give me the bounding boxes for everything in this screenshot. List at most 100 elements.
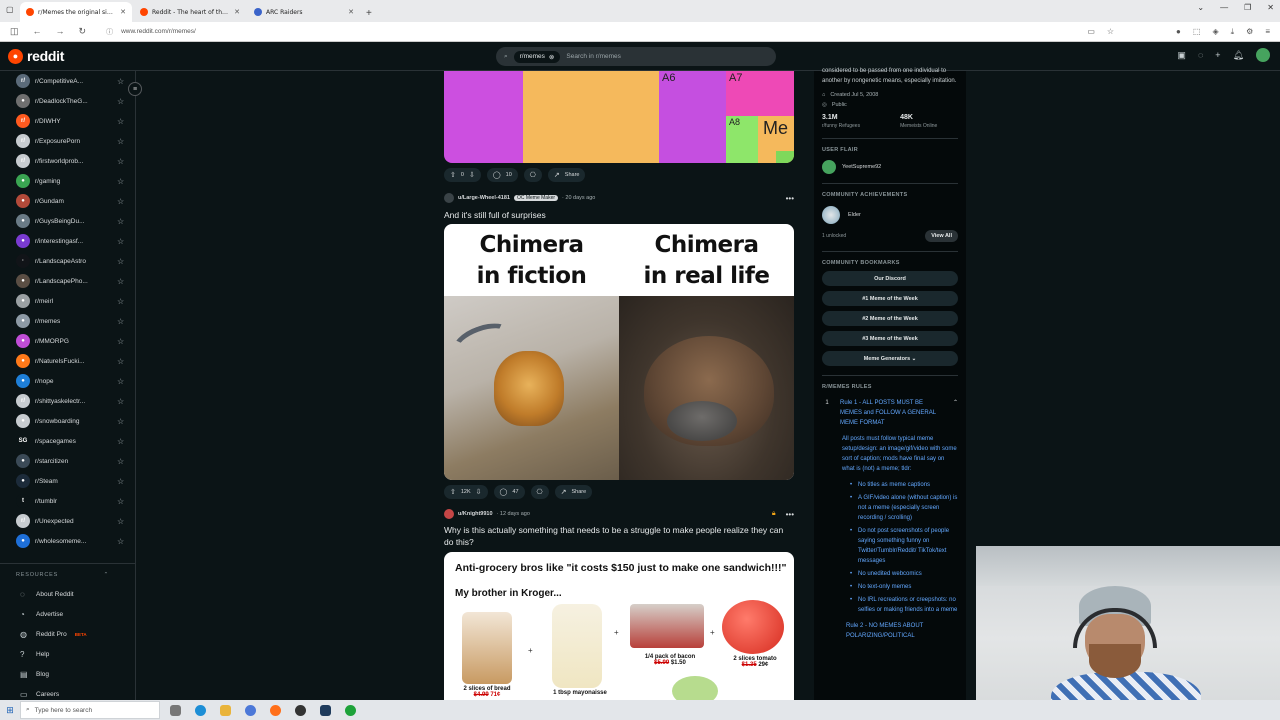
favorite-star-icon[interactable]: ☆: [117, 497, 135, 506]
favorite-star-icon[interactable]: ☆: [117, 117, 135, 126]
collapse-sidebar-button[interactable]: ≡: [128, 82, 142, 96]
resource-link[interactable]: ▭ Careers: [0, 684, 135, 700]
chevron-up-icon[interactable]: ⌃: [104, 572, 109, 578]
sidebar-item-community[interactable]: ● r/DeadlockTheG... ☆: [0, 91, 135, 111]
close-tab-icon[interactable]: ✕: [234, 8, 240, 16]
favorite-star-icon[interactable]: ☆: [117, 457, 135, 466]
post-image-chimera[interactable]: Chimera in fiction Chimera in real life: [444, 224, 794, 480]
user-flair[interactable]: YeetSupreme92: [822, 160, 958, 174]
reader-view-icon[interactable]: ▭: [1087, 27, 1095, 37]
chrome-icon[interactable]: [245, 704, 256, 716]
share-button[interactable]: ↗ Share: [547, 168, 586, 182]
tabs-dropdown-icon[interactable]: ⌄: [1197, 3, 1204, 12]
sidebar-item-community[interactable]: ● r/nope ☆: [0, 371, 135, 391]
favorite-star-icon[interactable]: ☆: [117, 517, 135, 526]
favorite-star-icon[interactable]: ☆: [117, 277, 135, 286]
file-explorer-icon[interactable]: [220, 704, 231, 716]
avatar[interactable]: [1256, 48, 1270, 62]
sidebar-item-community[interactable]: ● r/meirl ☆: [0, 291, 135, 311]
new-tab-button[interactable]: +: [360, 8, 378, 22]
sidebar-item-community[interactable]: ● r/MMORPG ☆: [0, 331, 135, 351]
sidebar-item-community[interactable]: ● r/wholesomeme... ☆: [0, 531, 135, 551]
sidebar-toggle-icon[interactable]: ◫: [10, 26, 19, 37]
extensions-icon[interactable]: ⬚: [1193, 27, 1201, 37]
favorite-star-icon[interactable]: ☆: [117, 477, 135, 486]
tab-reddit-home[interactable]: Reddit - The heart of the intern... ✕: [134, 2, 246, 22]
notifications-icon[interactable]: 🔔︎: [1233, 50, 1244, 62]
sidebar-item-community[interactable]: ● r/LandscapePho... ☆: [0, 271, 135, 291]
extension-icon[interactable]: ●: [1176, 27, 1181, 37]
comments-button[interactable]: ◯ 10: [486, 168, 518, 182]
post-title[interactable]: Why is this actually something that need…: [444, 524, 794, 548]
favorite-star-icon[interactable]: ☆: [117, 157, 135, 166]
settings-icon[interactable]: ⚙: [1246, 27, 1253, 37]
edge-icon[interactable]: [195, 704, 206, 716]
sidebar-item-community[interactable]: r/r/firstworldprob... ☆: [0, 151, 135, 171]
rule-item[interactable]: Rule 2 - NO MEMES ABOUT POLARIZING/POLIT…: [846, 621, 958, 641]
close-window-icon[interactable]: ✕: [1267, 3, 1274, 12]
favorite-star-icon[interactable]: ☆: [117, 417, 135, 426]
xbox-icon[interactable]: [345, 704, 356, 716]
award-button[interactable]: ⎔: [523, 168, 542, 182]
favorite-star-icon[interactable]: ☆: [117, 97, 135, 106]
resource-link[interactable]: ◍ Reddit Pro BETA: [0, 624, 135, 644]
favorite-star-icon[interactable]: ☆: [117, 397, 135, 406]
close-tab-icon[interactable]: ✕: [120, 8, 126, 16]
sidebar-item-community[interactable]: r/r/shittyaskelectr... ☆: [0, 391, 135, 411]
post-image-grocery[interactable]: Anti-grocery bros like "it costs $150 ju…: [444, 552, 794, 700]
sidebar-item-community[interactable]: r/r/CompetitiveA... ☆: [0, 71, 135, 91]
rule-item[interactable]: 1 Rule 1 - ALL POSTS MUST BE MEMES and F…: [822, 398, 958, 428]
firefox-icon[interactable]: [270, 704, 281, 716]
sidebar-item-community[interactable]: ● r/NatureIsFucki... ☆: [0, 351, 135, 371]
taskbar-search[interactable]: ⌕ Type here to search: [20, 701, 160, 719]
downvote-icon[interactable]: ⇩: [476, 488, 482, 496]
close-tab-icon[interactable]: ✕: [348, 8, 354, 16]
tab-memes[interactable]: r/Memes the original since 20... ✕: [20, 2, 132, 22]
sidebar-item-community[interactable]: ● r/interestingasf... ☆: [0, 231, 135, 251]
search-scope-chip[interactable]: r/memes ⊗: [513, 50, 561, 63]
achievement-item[interactable]: Elder: [822, 206, 958, 224]
sidebar-item-community[interactable]: t r/tumblr ☆: [0, 491, 135, 511]
upvote-icon[interactable]: ⇧: [450, 488, 456, 496]
sidebar-item-community[interactable]: · r/LandscapeAstro ☆: [0, 251, 135, 271]
create-post-icon[interactable]: +: [1215, 50, 1220, 62]
upvote-icon[interactable]: ⇧: [450, 171, 456, 179]
resource-link[interactable]: ◌ About Reddit: [0, 584, 135, 604]
site-info-icon[interactable]: ⓘ: [106, 27, 113, 37]
avatar[interactable]: [444, 193, 454, 203]
bookmark-star-icon[interactable]: ☆: [1107, 27, 1114, 37]
resource-link[interactable]: ? Help: [0, 644, 135, 664]
more-options-icon[interactable]: •••: [786, 194, 794, 203]
menu-icon[interactable]: ≡: [1265, 27, 1270, 37]
search-bar[interactable]: ⌕ r/memes ⊗ Search in r/memes: [496, 47, 776, 66]
avatar[interactable]: [444, 509, 454, 519]
sidebar-item-community[interactable]: r/r/Unexpected ☆: [0, 511, 135, 531]
windows-start-icon[interactable]: ⊞: [0, 705, 20, 716]
sidebar-item-community[interactable]: ● r/memes ☆: [0, 311, 135, 331]
view-all-button[interactable]: View All: [925, 230, 958, 242]
bookmark-button[interactable]: Our Discord: [822, 271, 958, 286]
post-title[interactable]: And it's still full of surprises: [444, 209, 794, 221]
sidebar-item-community[interactable]: r/r/ExposurePorn ☆: [0, 131, 135, 151]
downloads-icon[interactable]: ⤓: [1231, 27, 1235, 37]
bookmark-button[interactable]: #3 Meme of the Week: [822, 331, 958, 346]
more-options-icon[interactable]: •••: [786, 510, 794, 519]
clear-scope-icon[interactable]: ⊗: [549, 53, 554, 61]
top-meme-image[interactable]: A6 A7 A8 Me: [444, 71, 794, 163]
bookmark-button[interactable]: #2 Meme of the Week: [822, 311, 958, 326]
tab-arc-raiders[interactable]: ARC Raiders ✕: [248, 2, 360, 22]
task-view-icon[interactable]: [170, 704, 181, 716]
favorite-star-icon[interactable]: ☆: [117, 357, 135, 366]
sidebar-item-community[interactable]: r/r/DIWHY ☆: [0, 111, 135, 131]
sidebar-item-community[interactable]: ● r/gaming ☆: [0, 171, 135, 191]
bookmark-button[interactable]: #1 Meme of the Week: [822, 291, 958, 306]
sidebar-item-community[interactable]: SG r/spacegames ☆: [0, 431, 135, 451]
favorite-star-icon[interactable]: ☆: [117, 237, 135, 246]
favorite-star-icon[interactable]: ☆: [117, 377, 135, 386]
back-icon[interactable]: ←: [33, 26, 42, 37]
favorite-star-icon[interactable]: ☆: [117, 317, 135, 326]
sidebar-item-community[interactable]: ● r/starcitizen ☆: [0, 451, 135, 471]
favorite-star-icon[interactable]: ☆: [117, 437, 135, 446]
favorite-star-icon[interactable]: ☆: [117, 297, 135, 306]
resources-heading[interactable]: RESOURCES ⌃: [0, 563, 135, 584]
